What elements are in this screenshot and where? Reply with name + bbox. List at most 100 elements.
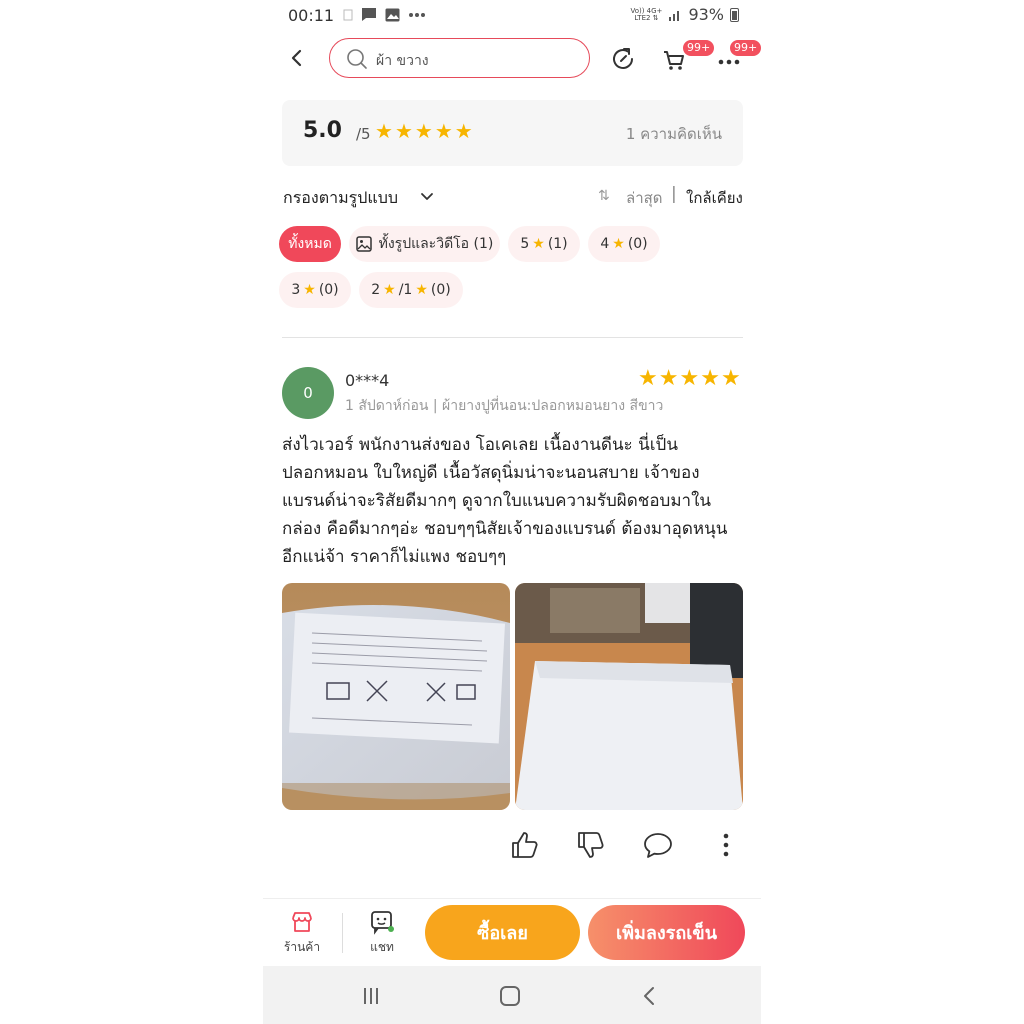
filter-row: กรองตามรูปแบบ ⇅ ล่าสุด | ใกล้เคียง [263,182,761,210]
message-icon [362,8,376,21]
star-icon: ★ [612,236,625,252]
more-icon [718,59,740,65]
star-icon: ★ [394,119,413,143]
package-photo [282,583,510,810]
chip-3-num: 3 [291,282,301,298]
status-right: Vo)) 4G+ LTE2 ⇅ 93% [630,5,739,24]
phone-screen: 00:11 Vo)) 4G+ LTE2 ⇅ 93% ผ้า ขวาง 99+ 9… [263,0,761,1024]
thumbs-down-icon[interactable] [575,829,607,861]
battery-percent: 93% [688,5,724,24]
chat-icon [371,911,394,935]
divider [282,337,743,338]
sort-icon: ⇅ [598,188,610,204]
buy-now-button[interactable]: ซื้อเลย [425,905,580,960]
avatar-letter: 0 [303,384,313,402]
star-icon: ★ [434,119,453,143]
star-icon: ★ [700,366,720,391]
rating-out-of: /5 [356,125,371,143]
add-to-cart-label: เพิ่มลงรถเข็น [615,923,718,944]
signal-icon [669,10,680,21]
review-username: 0***4 [345,371,390,390]
chip-5-count: (1) [547,236,568,252]
sort-latest[interactable]: ล่าสุด [626,186,663,210]
chat-label: แชท [370,940,394,954]
star-icon: ★ [415,282,428,298]
star-icon: ★ [638,366,658,391]
chip-media-label: ทั้งรูปและวิดีโอ (1) [378,236,494,252]
shop-label: ร้านค้า [283,940,321,954]
chip-2-1-count: (0) [430,282,451,298]
star-icon: ★ [720,366,741,391]
comments-count: 1 ความคิดเห็น [625,125,722,143]
star-icon: ★ [658,366,679,391]
chip-5-num: 5 [520,236,530,252]
star-icon: ★ [454,119,473,143]
star-icon: ★ [303,282,316,298]
bottom-separator [342,913,343,953]
home-icon[interactable] [498,984,522,1008]
bottom-action-bar: ร้านค้า แชท ซื้อเลย เพิ่มลงรถเข็น [263,898,761,966]
search-query: ผ้า ขวาง [376,53,429,69]
comment-icon[interactable] [642,829,674,861]
buy-now-label: ซื้อเลย [477,923,528,944]
chat-button[interactable]: แชท [357,909,407,957]
star-icon: ★ [414,119,433,143]
recent-apps-icon[interactable] [359,984,383,1008]
chevron-down-icon[interactable] [419,186,435,206]
chip-4-count: (0) [627,236,648,252]
chip-1-num: /1 [398,282,413,298]
chip-4-star[interactable]: 4 ★ (0) [588,226,660,262]
system-nav-bar [263,966,761,1024]
shop-button[interactable]: ร้านค้า [277,909,327,957]
add-to-cart-button[interactable]: เพิ่มลงรถเข็น [588,905,745,960]
more-button[interactable]: 99+ [718,40,761,74]
chip-3-star[interactable]: 3 ★ (0) [279,272,351,308]
sort-separator: | [671,184,677,204]
pillowcase-photo [515,583,743,810]
gallery-icon [385,8,400,21]
filter-dropdown[interactable]: กรองตามรูปแบบ [283,186,398,211]
star-icon: ★ [532,236,545,252]
status-notification-icons [343,7,426,22]
search-icon [347,49,367,69]
review-photo-1[interactable] [282,583,510,810]
network-indicator: Vo)) 4G+ LTE2 ⇅ [630,6,663,22]
status-time: 00:11 [288,6,335,25]
shop-icon [292,912,312,932]
review-meta: 1 สัปดาห์ก่อน | ผ้ายางปูที่นอน:ปลอกหมอนย… [345,398,664,414]
rating-summary: 5.0 /5 ★ ★ ★ ★ ★ 1 ความคิดเห็น [282,100,743,166]
sync-icon [343,9,353,20]
chip-all[interactable]: ทั้งหมด [279,226,341,262]
nav-back-icon[interactable] [638,984,662,1008]
battery-icon [730,7,739,22]
cart-badge: 99+ [683,40,715,56]
status-bar: 00:11 Vo)) 4G+ LTE2 ⇅ 93% [263,0,761,32]
chip-2-num: 2 [371,282,381,298]
image-icon [355,236,372,252]
chip-media[interactable]: ทั้งรูปและวิดีโอ (1) [349,226,500,262]
chip-all-label: ทั้งหมด [288,236,332,252]
more-dots-icon [409,12,425,17]
top-header: ผ้า ขวาง 99+ 99+ [263,36,761,82]
chip-5-star[interactable]: 5 ★ (1) [508,226,580,262]
chip-4-num: 4 [600,236,610,252]
cart-button[interactable]: 99+ [661,40,715,74]
review-text: ส่งไวเวอร์ พนักงานส่งของ โอเคเลย เนื้องา… [282,435,728,567]
more-badge: 99+ [730,40,761,56]
chip-3-count: (0) [318,282,339,298]
avatar[interactable]: 0 [282,367,334,419]
rating-score: 5.0 [303,118,342,143]
more-vertical-icon[interactable] [710,829,742,861]
sort-nearest[interactable]: ใกล้เคียง [686,186,743,210]
rating-stars: ★ ★ ★ ★ ★ [375,120,473,142]
star-icon: ★ [383,282,396,298]
review-stars: ★ ★ ★ ★ ★ [638,368,741,390]
star-icon: ★ [679,366,700,391]
share-icon[interactable] [608,44,638,74]
back-arrow-icon[interactable] [285,46,309,70]
star-icon: ★ [375,119,393,143]
review-photo-2[interactable] [515,583,743,810]
thumbs-up-icon[interactable] [509,829,541,861]
search-input[interactable]: ผ้า ขวาง [329,38,590,78]
chip-2-1-star[interactable]: 2 ★ /1 ★ (0) [359,272,463,308]
